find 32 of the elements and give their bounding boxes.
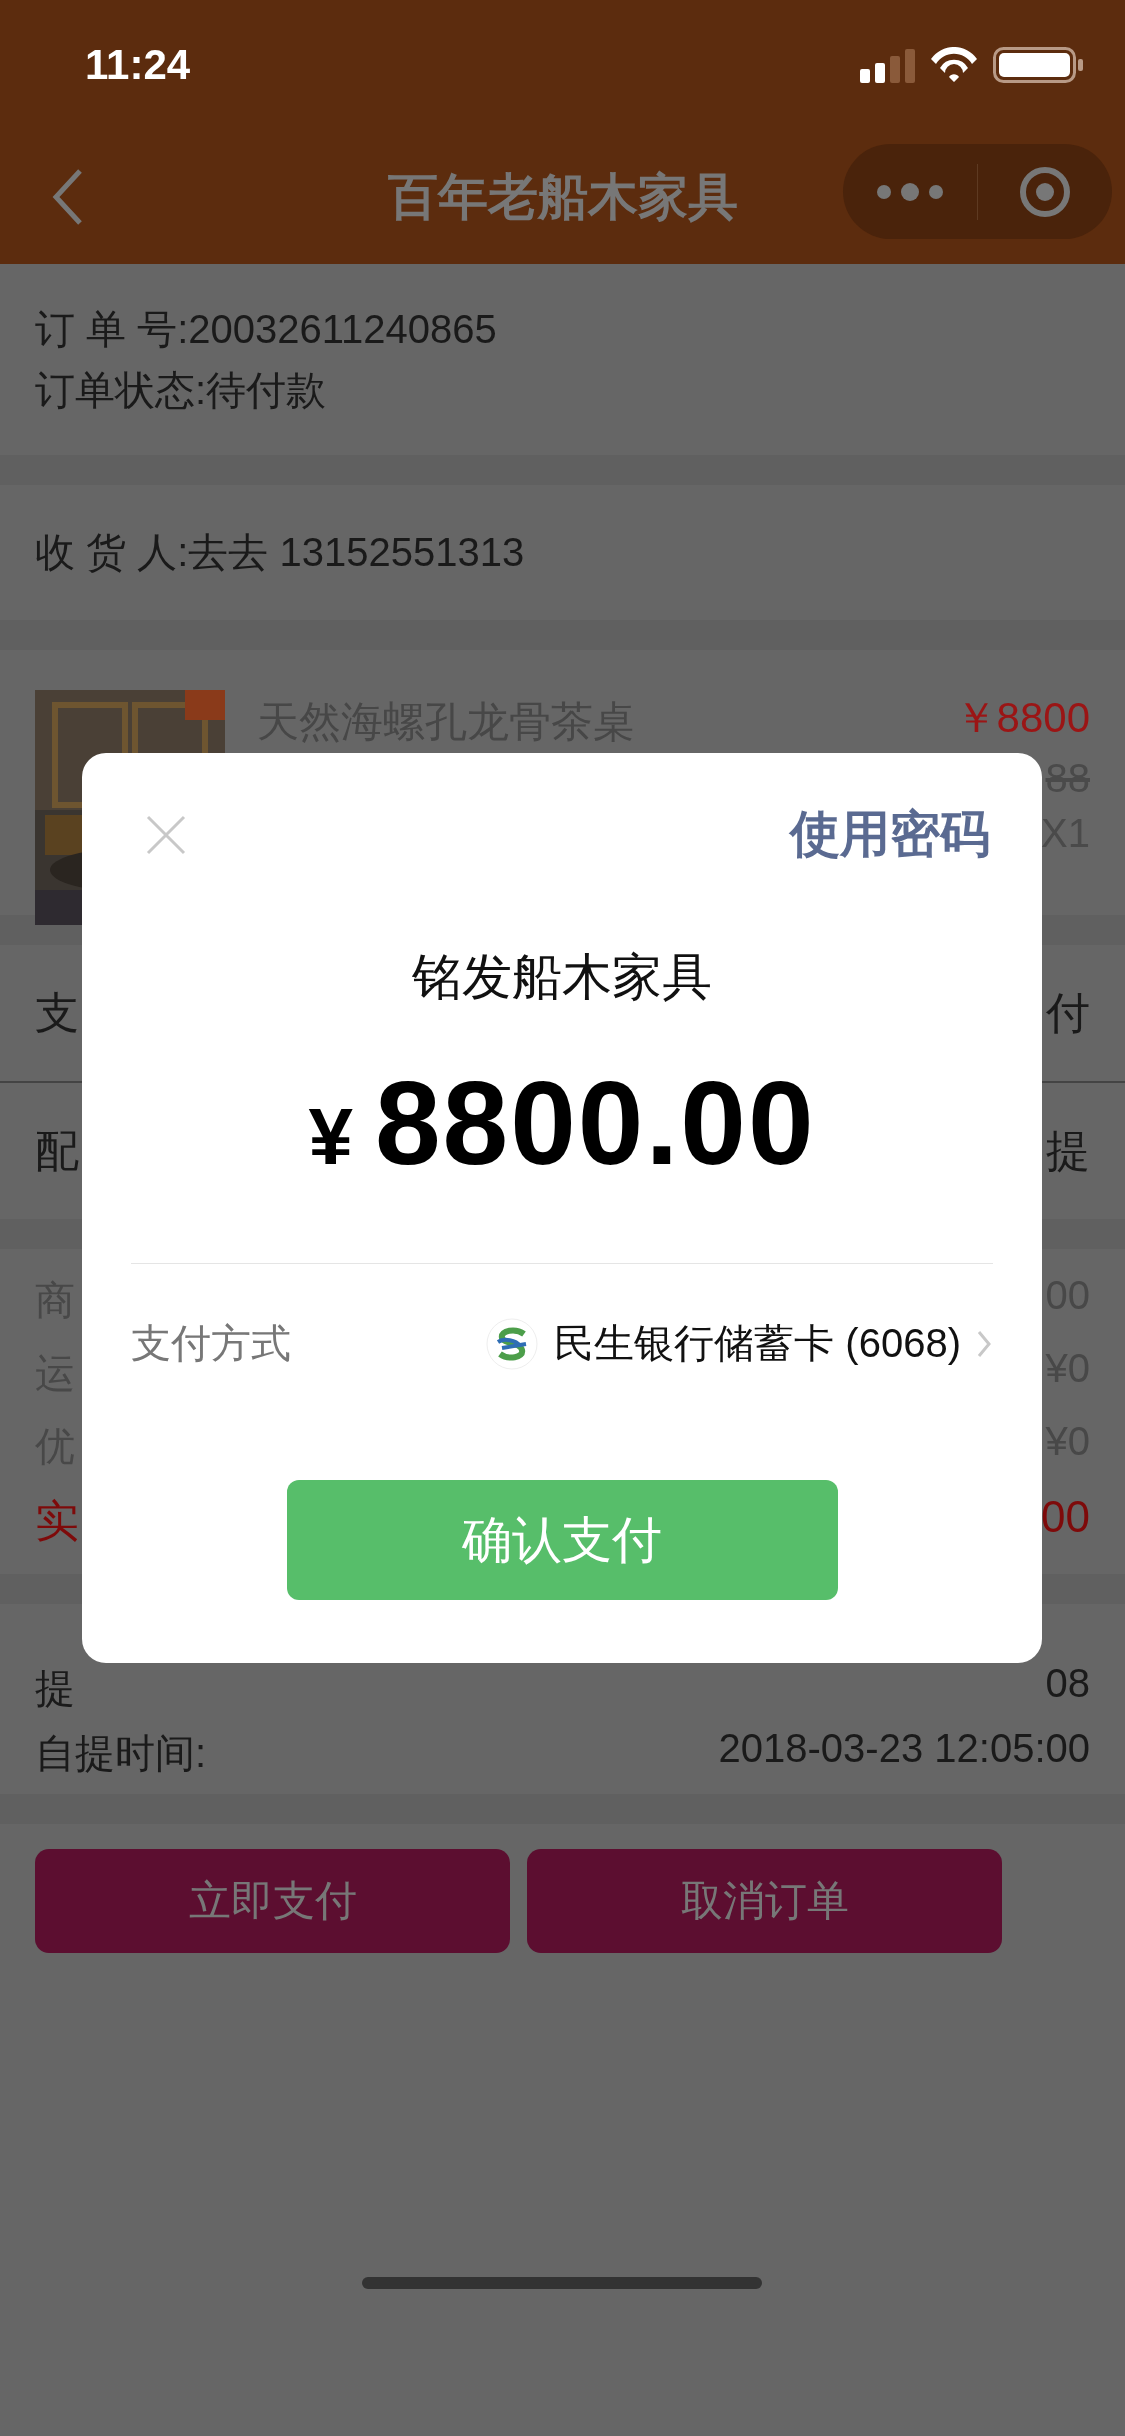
product-price: ￥8800 (954, 693, 1090, 743)
option-value: 付 (1046, 986, 1090, 1039)
order-status: 订单状态:待付款 (35, 366, 328, 414)
close-icon (146, 814, 186, 855)
action-button[interactable]: 立即支付 (35, 1849, 510, 1953)
option-label: 配 (35, 1124, 79, 1177)
summary-value: 00 (1041, 1491, 1090, 1543)
merchant-name: 铭发船木家具 (412, 948, 712, 1007)
chevron-right-icon (977, 1329, 993, 1358)
payment-amount: 8800.00 (374, 1056, 816, 1191)
receiver-info: 收 货 人:去去 13152551313 (35, 529, 525, 576)
time-value: 08 (1045, 1661, 1090, 1707)
target-icon (1019, 165, 1071, 218)
status-time: 11:24 (85, 41, 191, 89)
time-value: 2018-03-23 12:05:00 (718, 1726, 1090, 1772)
currency-symbol: ¥ (308, 1091, 353, 1183)
wifi-icon (929, 47, 979, 83)
confirm-payment-button[interactable]: 确认支付 (286, 1480, 838, 1600)
page-title: 百年老船木家具 (387, 167, 738, 227)
option-value: 提 (1046, 1124, 1090, 1177)
time-label: 自提时间: (35, 1730, 207, 1777)
action-button[interactable]: 取消订单 (527, 1849, 1002, 1953)
close-button[interactable] (146, 814, 186, 855)
battery-icon (993, 47, 1085, 83)
payment-method-selector[interactable]: 支付方式 民生银行储蓄卡 (6068) (131, 1316, 993, 1371)
option-label: 支 (35, 986, 79, 1039)
signal-icon (860, 47, 915, 83)
summary-label: 实 (35, 1494, 79, 1547)
order-number: 订 单 号:20032611240865 (35, 305, 498, 353)
time-label: 提 (35, 1665, 75, 1712)
use-password-link[interactable]: 使用密码 (790, 801, 990, 868)
bank-logo-icon (486, 1317, 539, 1370)
